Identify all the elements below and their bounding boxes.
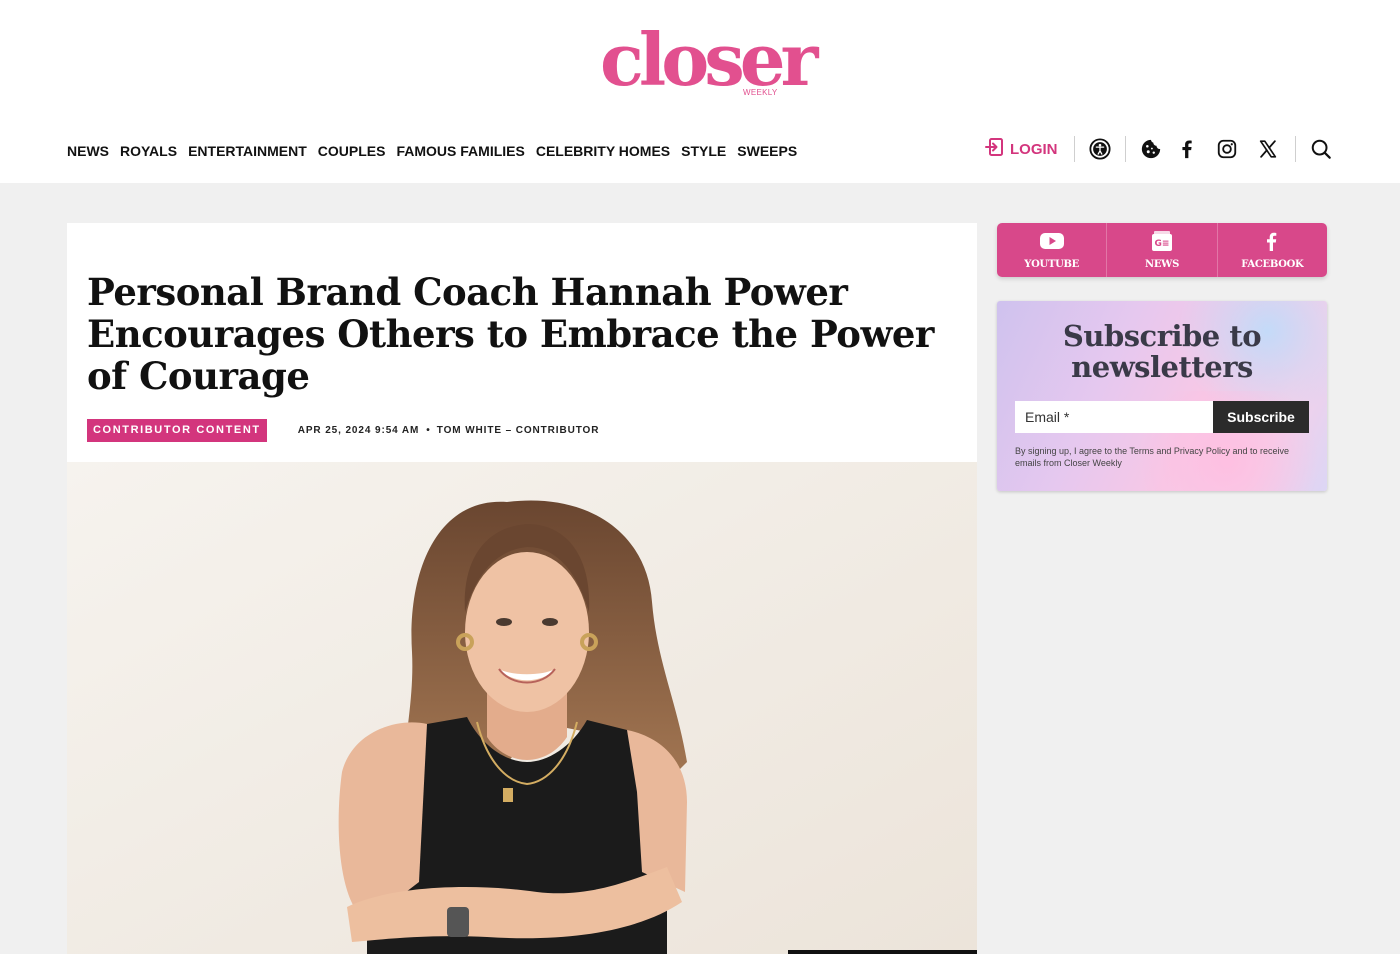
site-header: closer WEEKLY NEWS ROYALS ENTERTAINMENT … [0, 0, 1400, 183]
image-caption-bar [788, 950, 977, 954]
youtube-follow-button[interactable]: YOUTUBE [997, 223, 1108, 277]
logo-subtitle: WEEKLY [743, 88, 778, 97]
email-field[interactable] [1015, 401, 1213, 433]
divider [1073, 136, 1075, 162]
newsletter-signup: Subscribe to newsletters Subscribe By si… [997, 301, 1327, 491]
article-meta: CONTRIBUTOR CONTENT APR 25, 2024 9:54 AM… [87, 419, 599, 442]
facebook-icon [1259, 230, 1285, 259]
newsletter-form: Subscribe [1015, 401, 1309, 433]
publish-date: APR 25, 2024 9:54 AM [297, 425, 420, 436]
nav-item-couples[interactable]: COUPLES [318, 143, 386, 159]
search-icon[interactable] [1310, 138, 1332, 160]
login-button[interactable]: LOGIN [985, 137, 1058, 161]
main-nav: NEWS ROYALS ENTERTAINMENT COUPLES FAMOUS… [67, 143, 797, 159]
social-follow-bar: YOUTUBE G≡ NEWS FACEBOOK [997, 223, 1327, 277]
nav-item-royals[interactable]: ROYALS [120, 143, 177, 159]
header-tools: LOGIN [985, 133, 1332, 165]
article: Personal Brand Coach Hannah Power Encour… [67, 223, 977, 954]
author-link[interactable]: TOM WHITE – CONTRIBUTOR [437, 425, 600, 436]
site-logo[interactable]: closer WEEKLY [600, 22, 818, 102]
meta-separator: • [426, 425, 430, 436]
accessibility-icon[interactable] [1088, 138, 1111, 160]
cookie-icon[interactable] [1140, 138, 1162, 160]
facebook-follow-button[interactable]: FACEBOOK [1218, 223, 1327, 277]
facebook-label: FACEBOOK [1241, 259, 1304, 270]
nav-item-style[interactable]: STYLE [681, 143, 726, 159]
svg-text:G≡: G≡ [1155, 239, 1170, 249]
nav-item-famous-families[interactable]: FAMOUS FAMILIES [396, 143, 524, 159]
instagram-icon[interactable] [1216, 138, 1238, 160]
nav-item-news[interactable]: NEWS [67, 143, 109, 159]
facebook-icon[interactable] [1176, 138, 1198, 160]
newsletter-title: Subscribe to newsletters [1062, 319, 1262, 384]
divider [1294, 136, 1296, 162]
newsletter-legal-text: By signing up, I agree to the Terms and … [1015, 446, 1289, 468]
youtube-icon [1039, 230, 1065, 259]
divider [1124, 136, 1126, 162]
google-news-icon: G≡ [1149, 230, 1175, 259]
article-title: Personal Brand Coach Hannah Power Encour… [87, 270, 934, 398]
nav-item-sweeps[interactable]: SWEEPS [737, 143, 797, 159]
subscribe-button[interactable]: Subscribe [1213, 401, 1309, 433]
login-label: LOGIN [1010, 140, 1058, 158]
nav-item-entertainment[interactable]: ENTERTAINMENT [188, 143, 307, 159]
news-follow-button[interactable]: G≡ NEWS [1107, 223, 1218, 277]
x-icon[interactable] [1257, 138, 1279, 160]
logo-wordmark: closer [600, 17, 818, 102]
hero-image [67, 462, 977, 954]
news-label: NEWS [1144, 259, 1179, 270]
youtube-label: YOUTUBE [1024, 259, 1080, 270]
nav-item-celebrity-homes[interactable]: CELEBRITY HOMES [536, 143, 670, 159]
category-badge[interactable]: CONTRIBUTOR CONTENT [87, 419, 267, 442]
login-icon [985, 137, 1005, 161]
